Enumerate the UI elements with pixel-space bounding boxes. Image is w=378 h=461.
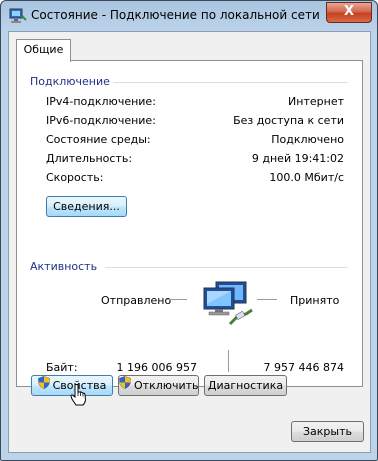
activity-group-divider: [105, 267, 348, 268]
title-bar[interactable]: Состояние - Подключение по локальной сет…: [1, 1, 377, 31]
bytes-label: Байт:: [46, 361, 78, 374]
disable-button-label: Отключить: [134, 379, 199, 392]
details-button-label: Сведения...: [53, 200, 120, 213]
connection-group-heading: Подключение: [30, 75, 110, 88]
received-label: Принято: [290, 294, 340, 307]
ipv6-label: IPv6-подключение:: [46, 114, 156, 127]
diagnose-button[interactable]: Диагностика: [204, 375, 287, 396]
network-icon: [9, 8, 27, 24]
sent-connector-line: [167, 299, 187, 300]
connection-group-divider: [113, 82, 348, 83]
uac-shield-icon: [37, 376, 50, 395]
ipv4-value: Интернет: [288, 95, 344, 108]
network-computers-icon: [202, 280, 256, 331]
uac-shield-icon: [119, 376, 131, 395]
window-title: Состояние - Подключение по локальной сет…: [31, 8, 320, 22]
dialog-client-area: Общие Подключение IPv4-подключение: Инте…: [8, 31, 371, 453]
dialog-window: Состояние - Подключение по локальной сет…: [0, 0, 378, 461]
tab-general[interactable]: Общие: [16, 39, 71, 62]
duration-value: 9 дней 19:41:02: [251, 152, 344, 165]
activity-group-heading: Активность: [30, 260, 98, 273]
speed-value: 100.0 Мбит/с: [269, 171, 344, 184]
details-button[interactable]: Сведения...: [46, 196, 127, 217]
media-state-value: Подключено: [271, 133, 344, 146]
duration-label: Длительность:: [46, 152, 133, 165]
activity-divider-line: [228, 350, 229, 372]
close-button[interactable]: Закрыть: [291, 421, 364, 442]
bytes-sent-value: 1 196 006 957: [116, 361, 197, 374]
tab-panel-general: Подключение IPv4-подключение: Интернет I…: [16, 60, 363, 387]
media-state-label: Состояние среды:: [46, 133, 151, 146]
bytes-received-value: 7 957 446 874: [263, 361, 344, 374]
speed-label: Скорость:: [46, 171, 104, 184]
hand-pointer-icon: [70, 384, 87, 409]
close-button-label: Закрыть: [303, 425, 352, 438]
disable-button[interactable]: Отключить: [118, 375, 199, 396]
ipv4-label: IPv4-подключение:: [46, 95, 156, 108]
ipv6-value: Без доступа к сети: [233, 114, 344, 127]
window-close-button[interactable]: X: [326, 2, 372, 23]
sent-label: Отправлено: [101, 294, 172, 307]
diagnose-button-label: Диагностика: [207, 379, 284, 392]
received-connector-line: [257, 299, 277, 300]
